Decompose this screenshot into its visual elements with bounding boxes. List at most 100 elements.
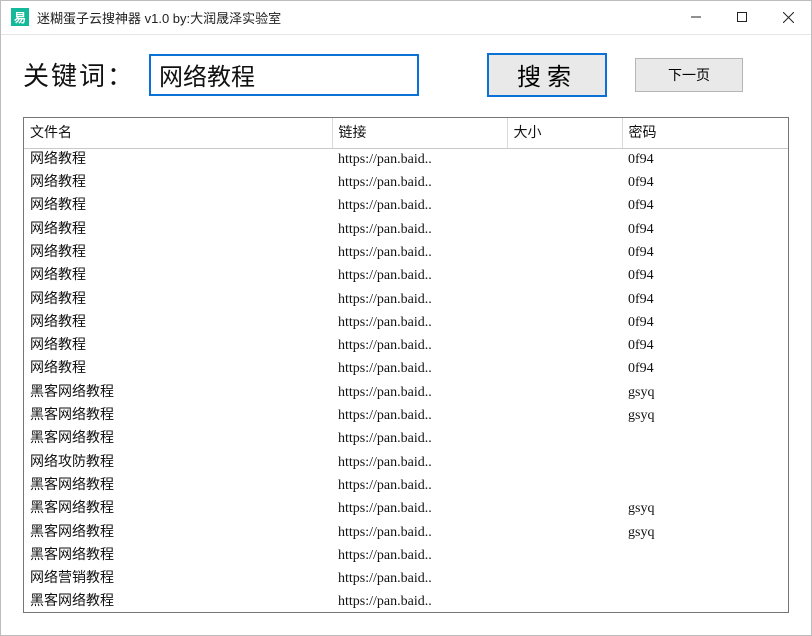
cell-name: 网络教程 — [24, 242, 332, 265]
cell-name: 黑客网络教程 — [24, 522, 332, 545]
cell-link: https://pan.baid.. — [332, 428, 507, 451]
cell-pwd: 0f94 — [622, 358, 788, 381]
cell-pwd: 0f94 — [622, 148, 788, 172]
table-row[interactable]: 网络营销教程https://pan.baid.. — [24, 568, 788, 591]
cell-pwd: gsyq — [622, 405, 788, 428]
table-row[interactable]: 网络教程https://pan.baid.. 0f94 — [24, 358, 788, 381]
results-table[interactable]: 文件名 链接 大小 密码 网络教程https://pan.baid..0f94网… — [24, 118, 788, 613]
table-row[interactable]: 网络攻防教程https://pan.baid.. — [24, 452, 788, 475]
table-row[interactable]: 网络教程https://pan.baid.. 0f94 — [24, 242, 788, 265]
cell-pwd — [622, 452, 788, 475]
cell-name: 网络教程 — [24, 335, 332, 358]
cell-size — [507, 358, 622, 381]
table-row[interactable]: 黑客网络教程https://pan.baid.. — [24, 428, 788, 451]
cell-pwd: 0f94 — [622, 172, 788, 195]
table-row[interactable]: 网络教程https://pan.baid.. 0f94 — [24, 265, 788, 288]
table-row[interactable]: 黑客网络教程https://pan.baid.. — [24, 545, 788, 568]
cell-link: https://pan.baid.. — [332, 545, 507, 568]
titlebar[interactable]: 易 迷糊蛋子云搜神器 v1.0 by:大润晟泽实验室 — [1, 1, 811, 35]
keyword-label: 关键词： — [23, 56, 135, 93]
search-row: 关键词： 搜索 下一页 — [1, 35, 811, 111]
cell-pwd — [622, 568, 788, 591]
table-row[interactable]: 黑客网络教程https://pan.baid..gsyq — [24, 405, 788, 428]
app-window: 易 迷糊蛋子云搜神器 v1.0 by:大润晟泽实验室 关键词： 搜索 下一页 文… — [0, 0, 812, 636]
cell-name: 网络教程 — [24, 265, 332, 288]
cell-name: 网络营销教程 — [24, 568, 332, 591]
cell-pwd: 0f94 — [622, 335, 788, 358]
cell-pwd: 0f94 — [622, 242, 788, 265]
cell-size — [507, 498, 622, 521]
cell-pwd: 0f94 — [622, 312, 788, 335]
close-button[interactable] — [765, 1, 811, 34]
col-header-pwd[interactable]: 密码 — [622, 118, 788, 149]
table-row[interactable]: 网络教程https://pan.baid..0f94 — [24, 289, 788, 312]
cell-name: 网络教程 — [24, 219, 332, 242]
cell-link: https://pan.baid.. — [332, 452, 507, 475]
table-row[interactable]: 网络教程https://pan.baid..0f94 — [24, 148, 788, 172]
cell-link: https://pan.baid.. — [332, 172, 507, 195]
cell-name: 网络攻防教程 — [24, 452, 332, 475]
cell-link: https://pan.baid.. — [332, 242, 507, 265]
cell-size — [507, 522, 622, 545]
cell-pwd: 0f94 — [622, 265, 788, 288]
cell-name: 网络教程 — [24, 312, 332, 335]
cell-pwd: 0f94 — [622, 219, 788, 242]
results-table-wrap: 文件名 链接 大小 密码 网络教程https://pan.baid..0f94网… — [23, 117, 789, 613]
cell-name: 黑客网络教程 — [24, 382, 332, 405]
table-row[interactable]: 网络教程https://pan.baid..0f94 — [24, 195, 788, 218]
cell-size — [507, 545, 622, 568]
table-row[interactable]: 黑客网络教程https://pan.baid.. gsyq — [24, 382, 788, 405]
next-page-button[interactable]: 下一页 — [635, 58, 743, 92]
maximize-button[interactable] — [719, 1, 765, 34]
cell-name: 黑客网络教程 — [24, 475, 332, 498]
keyword-input[interactable] — [149, 54, 419, 96]
cell-pwd — [622, 428, 788, 451]
cell-size — [507, 428, 622, 451]
table-row[interactable]: 黑客网络教程https://pan.baid.. — [24, 475, 788, 498]
cell-name: 黑客网络教程 — [24, 428, 332, 451]
table-row[interactable]: 网络教程https://pan.baid.. 0f94 — [24, 219, 788, 242]
table-row[interactable]: 黑客网络教程https://pan.baid..gsyq — [24, 498, 788, 521]
col-header-link[interactable]: 链接 — [332, 118, 507, 149]
cell-pwd — [622, 475, 788, 498]
cell-pwd: 0f94 — [622, 195, 788, 218]
window-title: 迷糊蛋子云搜神器 v1.0 by:大润晟泽实验室 — [37, 8, 281, 27]
cell-name: 网络教程 — [24, 358, 332, 381]
cell-size — [507, 242, 622, 265]
cell-link: https://pan.baid.. — [332, 312, 507, 335]
table-row[interactable]: 黑客网络教程https://pan.baid.. — [24, 591, 788, 613]
cell-link: https://pan.baid.. — [332, 335, 507, 358]
table-row[interactable]: 网络教程https://pan.baid.. 0f94 — [24, 172, 788, 195]
cell-size — [507, 405, 622, 428]
cell-pwd: gsyq — [622, 382, 788, 405]
app-icon: 易 — [11, 8, 29, 26]
table-row[interactable]: 网络教程https://pan.baid.. 0f94 — [24, 312, 788, 335]
cell-name: 网络教程 — [24, 195, 332, 218]
col-header-size[interactable]: 大小 — [507, 118, 622, 149]
table-row[interactable]: 网络教程https://pan.baid.. 0f94 — [24, 335, 788, 358]
cell-size — [507, 452, 622, 475]
cell-link: https://pan.baid.. — [332, 265, 507, 288]
cell-size — [507, 195, 622, 218]
cell-name: 黑客网络教程 — [24, 498, 332, 521]
cell-name: 网络教程 — [24, 289, 332, 312]
table-row[interactable]: 黑客网络教程https://pan.baid.. gsyq — [24, 522, 788, 545]
cell-pwd — [622, 545, 788, 568]
table-header-row: 文件名 链接 大小 密码 — [24, 118, 788, 149]
cell-size — [507, 148, 622, 172]
minimize-button[interactable] — [673, 1, 719, 34]
cell-size — [507, 591, 622, 613]
cell-size — [507, 568, 622, 591]
cell-link: https://pan.baid.. — [332, 358, 507, 381]
cell-name: 网络教程 — [24, 148, 332, 172]
cell-link: https://pan.baid.. — [332, 219, 507, 242]
cell-link: https://pan.baid.. — [332, 405, 507, 428]
cell-name: 黑客网络教程 — [24, 591, 332, 613]
search-button[interactable]: 搜索 — [487, 53, 607, 97]
col-header-name[interactable]: 文件名 — [24, 118, 332, 149]
cell-link: https://pan.baid.. — [332, 475, 507, 498]
cell-link: https://pan.baid.. — [332, 522, 507, 545]
cell-name: 网络教程 — [24, 172, 332, 195]
cell-pwd: gsyq — [622, 522, 788, 545]
cell-link: https://pan.baid.. — [332, 382, 507, 405]
